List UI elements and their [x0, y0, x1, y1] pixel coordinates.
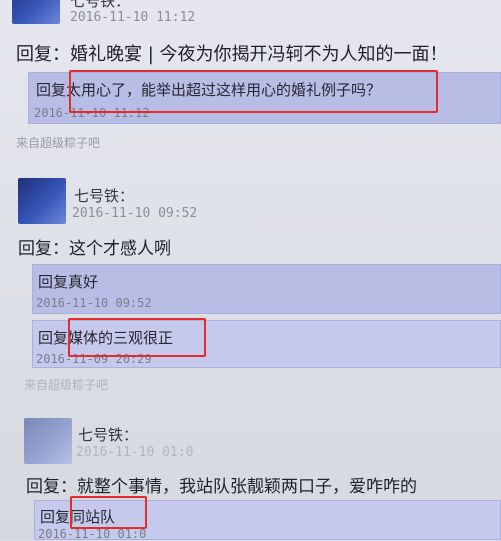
- timestamp: 2016-11-10 11:12: [70, 10, 196, 25]
- highlight-box: [70, 496, 147, 529]
- comment-text: 回复：就整个事情，我站队张靓颖两口子，爱咋咋的: [26, 477, 417, 497]
- reply-timestamp: 2016-11-10 09:52: [36, 296, 152, 310]
- avatar[interactable]: [18, 178, 66, 224]
- source-label[interactable]: 来自超级粽子吧: [24, 376, 108, 393]
- comment-text: 回复：这个才感人咧: [18, 239, 171, 259]
- comment-feed: 七号铁： 2016-11-10 11:12 回复：婚礼晚宴 | 今夜为你揭开冯轲…: [0, 0, 501, 541]
- avatar[interactable]: [12, 0, 60, 24]
- source-label[interactable]: 来自超级粽子吧: [16, 134, 100, 151]
- highlight-box: [68, 318, 206, 357]
- timestamp: 2016-11-10 01:0: [76, 445, 194, 460]
- highlight-box: [69, 70, 438, 113]
- reply-text: 回复真好: [38, 273, 99, 291]
- username[interactable]: 七号铁：: [78, 424, 138, 445]
- timestamp: 2016-11-10 09:52: [72, 206, 198, 221]
- comment-text: 回复：婚礼晚宴 | 今夜为你揭开冯轲不为人知的一面！: [16, 44, 448, 65]
- avatar[interactable]: [24, 418, 72, 464]
- reply-timestamp: 2016-11-10 01:0: [38, 527, 147, 541]
- username[interactable]: 七号铁：: [74, 185, 134, 206]
